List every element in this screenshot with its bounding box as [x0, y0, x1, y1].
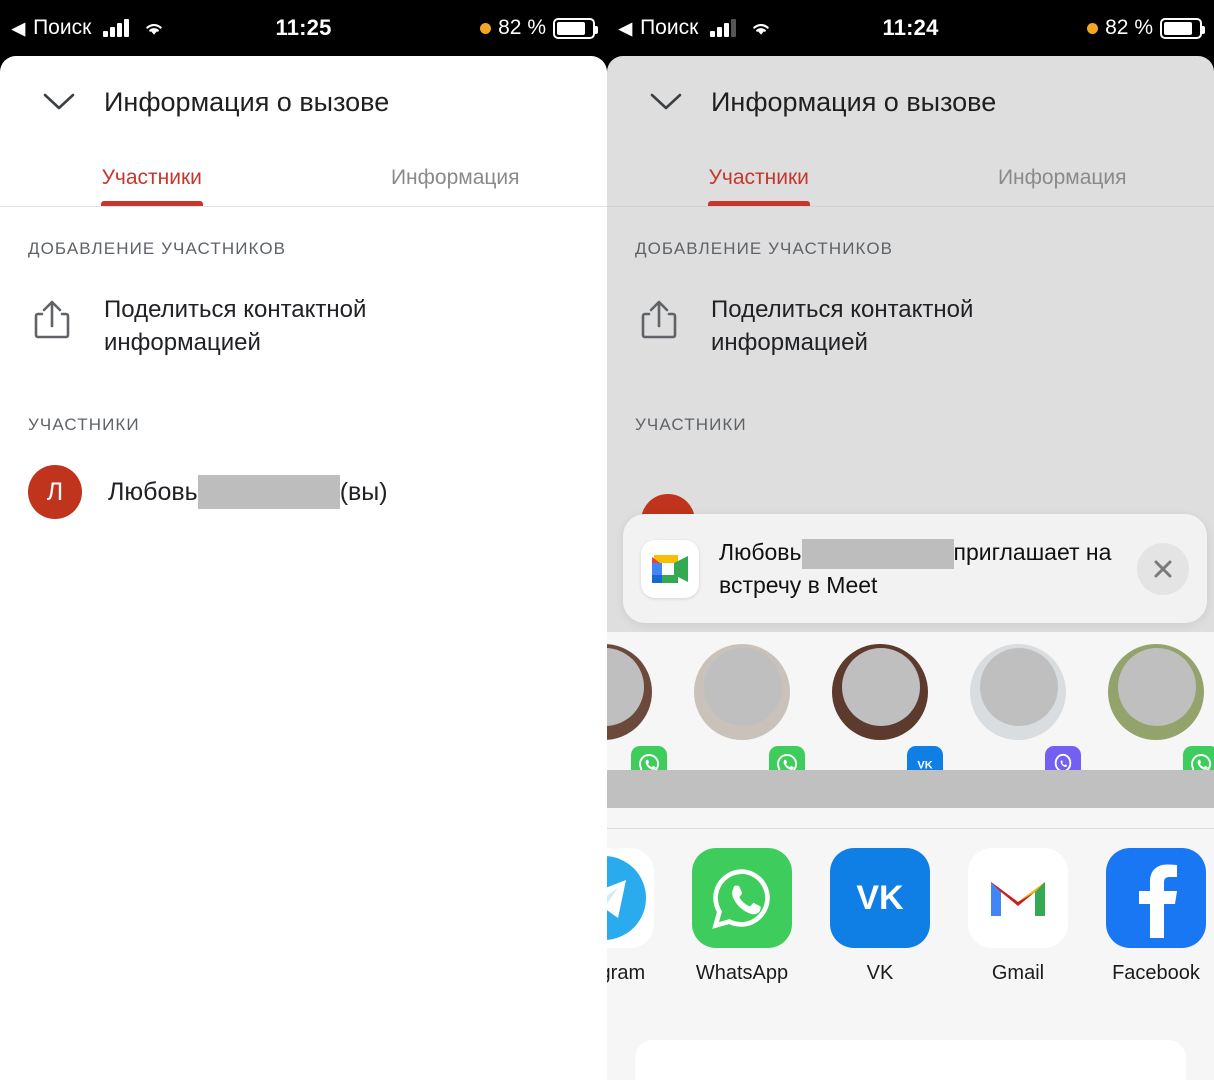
- share-contact-item[interactable]: [949, 644, 1087, 782]
- participant-name-prefix: Любовь: [108, 477, 198, 506]
- share-contact-item[interactable]: [673, 644, 811, 782]
- share-contact-info-row[interactable]: Поделиться контактной информацией: [0, 259, 607, 359]
- gmail-icon: [968, 848, 1068, 948]
- redaction-block: [197, 475, 340, 510]
- status-bar-right: ◀ Поиск 11:24 82 %: [607, 0, 1214, 56]
- chevron-down-icon[interactable]: [36, 79, 82, 125]
- chevron-down-icon[interactable]: [643, 79, 689, 125]
- share-app-label: VK: [866, 962, 894, 984]
- sheet-tabs-left: Участники Информация: [0, 148, 607, 206]
- contact-photo: [694, 644, 790, 740]
- participant-name: Любовь (вы): [108, 475, 388, 510]
- copy-icon[interactable]: [1114, 1077, 1160, 1080]
- telegram-icon: [607, 848, 654, 948]
- share-app-label: Facebook: [1112, 962, 1200, 984]
- share-app-whatsapp[interactable]: WhatsApp: [673, 848, 811, 985]
- battery-icon: [553, 17, 598, 39]
- tab-information[interactable]: Информация: [304, 148, 608, 206]
- share-app-label: Gmail: [991, 962, 1045, 984]
- share-contact-item[interactable]: [1087, 644, 1214, 782]
- share-contact-info-label: Поделиться контактной информацией: [104, 296, 367, 357]
- svg-text:VK: VK: [856, 879, 904, 917]
- share-actions-card[interactable]: [635, 1040, 1186, 1080]
- share-contact-item[interactable]: [607, 644, 673, 782]
- status-time-left: 11:25: [275, 15, 332, 40]
- share-contact-item[interactable]: VK: [811, 644, 949, 782]
- sheet-header-left: Информация о вызове: [0, 56, 607, 148]
- contact-photo: [970, 644, 1066, 740]
- participant-list-item[interactable]: Л Любовь (вы): [0, 435, 607, 520]
- call-info-sheet-left: Информация о вызове Участники Информация…: [0, 56, 607, 1080]
- facebook-icon: [1106, 848, 1206, 948]
- notification-text: Любовь приглашает на встречу в Meet: [719, 536, 1137, 601]
- status-time-right: 11:24: [882, 15, 939, 40]
- share-app-vk[interactable]: VK VK: [811, 848, 949, 985]
- vk-icon: VK: [830, 848, 930, 948]
- share-contact-info-row[interactable]: Поделиться контактной информацией: [607, 259, 1214, 359]
- tab-participants[interactable]: Участники: [0, 148, 304, 206]
- share-contact-info-label: Поделиться контактной информацией: [711, 296, 974, 357]
- share-upload-icon: [28, 293, 76, 341]
- contact-photo: [832, 644, 928, 740]
- active-tab-indicator: [101, 201, 203, 206]
- tab-participants[interactable]: Участники: [607, 148, 911, 206]
- redaction-block-contact-names: [607, 770, 1214, 808]
- share-contacts-row: VK: [607, 632, 1214, 782]
- ios-share-sheet: VK Telegram WhatsApp: [607, 632, 1214, 1080]
- share-sheet-divider: [607, 828, 1214, 829]
- tab-information[interactable]: Информация: [911, 148, 1214, 206]
- share-app-label: WhatsApp: [695, 962, 789, 984]
- share-apps-row: Telegram WhatsApp VK VK: [607, 848, 1214, 985]
- redaction-block: [801, 538, 954, 569]
- notification-text-prefix: Любовь: [719, 539, 802, 565]
- contact-photo: [607, 644, 652, 740]
- whatsapp-icon: [692, 848, 792, 948]
- participant-name-suffix: (вы): [339, 477, 388, 506]
- share-upload-icon: [635, 293, 683, 341]
- page-title: Информация о вызове: [711, 86, 997, 117]
- screen-left: ◀ Поиск 11:25 82 % Информация о вызове У…: [0, 0, 607, 1080]
- section-label-participants: УЧАСТНИКИ: [28, 415, 140, 435]
- section-label-participants: УЧАСТНИКИ: [635, 415, 747, 435]
- close-x-icon[interactable]: [1137, 542, 1189, 595]
- avatar: Л: [28, 465, 82, 520]
- sheet-header-right: Информация о вызове: [607, 56, 1214, 148]
- battery-icon: [1160, 17, 1205, 39]
- section-label-add-participants: ДОБАВЛЕНИЕ УЧАСТНИКОВ: [28, 239, 287, 258]
- page-title: Информация о вызове: [104, 86, 390, 117]
- sheet-tabs-right: Участники Информация: [607, 148, 1214, 206]
- google-meet-icon: [641, 539, 699, 598]
- share-app-telegram[interactable]: Telegram: [607, 848, 673, 985]
- active-tab-indicator: [708, 201, 810, 206]
- contact-photo: [1108, 644, 1204, 740]
- share-app-label: Telegram: [607, 962, 646, 984]
- share-app-gmail[interactable]: Gmail: [949, 848, 1087, 985]
- meet-invite-notification[interactable]: Любовь приглашает на встречу в Meet: [623, 514, 1207, 624]
- share-app-facebook[interactable]: Facebook: [1087, 848, 1214, 985]
- section-label-add-participants: ДОБАВЛЕНИЕ УЧАСТНИКОВ: [635, 239, 894, 258]
- status-bar-left: ◀ Поиск 11:25 82 %: [0, 0, 607, 56]
